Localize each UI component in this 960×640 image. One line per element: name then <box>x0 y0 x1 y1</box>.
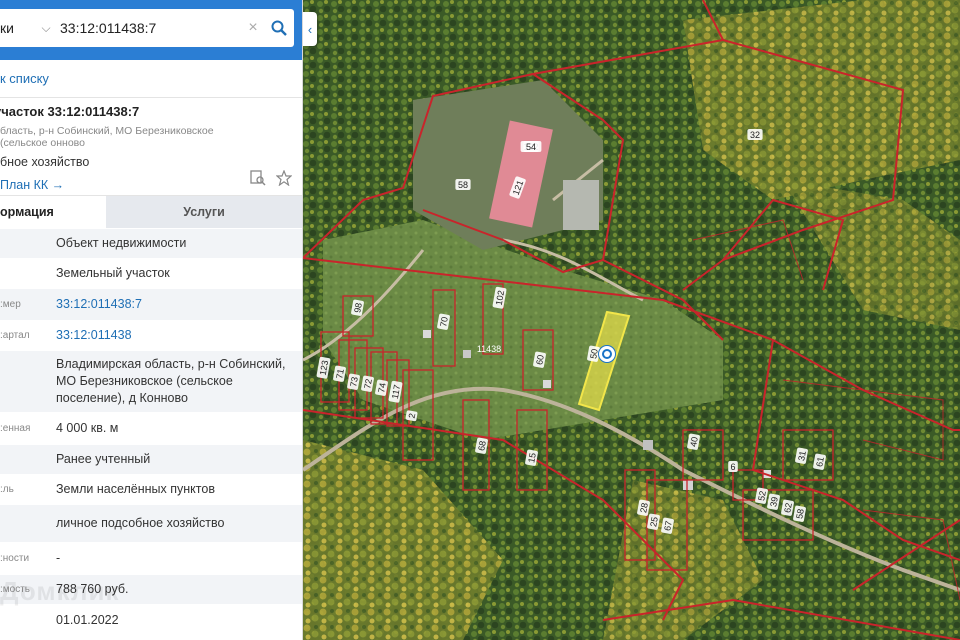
info-row: мер: 33:12:011438:7 <box>0 288 302 320</box>
search-on-map-icon[interactable] <box>250 170 266 191</box>
info-row-label: енная: <box>0 423 31 434</box>
chevron-down-icon[interactable]: ⌵ <box>34 21 58 36</box>
info-row: 01.01.2022 <box>0 604 302 636</box>
svg-text:25: 25 <box>648 516 660 528</box>
info-row-value: Ранее учтенный <box>56 452 151 466</box>
svg-text:54: 54 <box>526 142 536 152</box>
info-row-value: личное подсобное хозяйство <box>56 516 225 530</box>
tab-information-label: ормация <box>0 205 54 219</box>
svg-text:11438: 11438 <box>477 344 501 354</box>
map-parcel-label: 6 <box>728 461 738 472</box>
info-row: Ранее учтенный <box>0 444 302 474</box>
search-input[interactable]: 33:12:011438:7 <box>58 20 242 36</box>
satellite-map[interactable]: 1221215832102987011438506012371737274117… <box>303 0 960 640</box>
info-panel: ки ⌵ 33:12:011438:7 × к списку участок 3… <box>0 0 303 640</box>
svg-text:98: 98 <box>352 302 364 314</box>
info-row-value: Владимирская область, р-н Собинский, МО … <box>56 357 286 405</box>
svg-text:28: 28 <box>638 502 650 514</box>
map-imagery: 1221215832102987011438506012371737274117… <box>303 0 960 640</box>
search-category[interactable]: ки <box>0 20 34 36</box>
svg-text:15: 15 <box>526 452 538 464</box>
info-row: Объект недвижимости <box>0 228 302 258</box>
favorite-star-icon[interactable] <box>275 169 293 191</box>
info-row-label: ности: <box>0 553 30 564</box>
info-row-label: ль: <box>0 484 14 495</box>
svg-text:40: 40 <box>688 436 700 448</box>
tab-services-label: Услуги <box>183 205 225 219</box>
info-row-label: артал: <box>0 330 30 341</box>
parcel-header: участок 33:12:011438:7 бласть, р-н Собин… <box>0 98 302 196</box>
tab-information[interactable]: ормация <box>0 196 106 228</box>
svg-text:60: 60 <box>534 354 546 366</box>
svg-text:62: 62 <box>782 502 794 514</box>
back-to-list-label[interactable]: к списку <box>0 71 49 86</box>
info-row-label: мер: <box>0 299 21 310</box>
svg-text:72: 72 <box>362 378 374 390</box>
cadastral-number-link[interactable]: 33:12:011438:7 <box>56 296 302 313</box>
map-parcel-label: 58 <box>455 179 471 190</box>
svg-text:32: 32 <box>750 130 760 140</box>
info-row-value: Земли населённых пунктов <box>56 482 215 496</box>
info-row-value: 01.01.2022 <box>56 613 119 627</box>
svg-text:67: 67 <box>662 520 674 532</box>
clear-icon[interactable]: × <box>242 19 264 37</box>
location-marker[interactable] <box>599 346 615 362</box>
info-row: енная: 4 000 кв. м <box>0 412 302 444</box>
tabs: ормация Услуги <box>0 196 302 228</box>
info-row-value: Земельный участок <box>56 266 170 280</box>
parcel-use: бное хозяйство <box>0 155 90 169</box>
info-row: ль: Земли населённых пунктов <box>0 474 302 504</box>
info-row-value: - <box>56 551 61 565</box>
info-row: Земельный участок <box>0 258 302 288</box>
svg-text:58: 58 <box>794 508 806 520</box>
tab-services[interactable]: Услуги <box>106 196 302 228</box>
svg-text:6: 6 <box>730 462 735 472</box>
map-parcel-label: 32 <box>747 129 763 140</box>
map-parcel-label: 54 <box>523 141 539 152</box>
svg-text:70: 70 <box>438 316 450 328</box>
parcel-address: бласть, р-н Собинский, МО Березниковское… <box>0 125 214 149</box>
map-parcel-label: 2 <box>405 410 418 422</box>
svg-text:58: 58 <box>458 180 468 190</box>
svg-text:68: 68 <box>476 440 488 452</box>
search-box[interactable]: ки ⌵ 33:12:011438:7 × <box>0 9 294 47</box>
search-bar-area: ки ⌵ 33:12:011438:7 × <box>0 0 302 60</box>
svg-text:39: 39 <box>768 496 780 508</box>
info-table: Объект недвижимости Земельный участок ме… <box>0 228 302 636</box>
svg-text:31: 31 <box>796 450 808 462</box>
info-row: Владимирская область, р-н Собинский, МО … <box>0 350 302 412</box>
search-icon[interactable] <box>264 20 294 36</box>
parcel-title: участок 33:12:011438:7 <box>0 104 140 119</box>
svg-text:74: 74 <box>376 382 388 394</box>
chevron-left-icon: ‹ <box>307 21 313 37</box>
svg-text:52: 52 <box>756 490 768 502</box>
info-row-value: Объект недвижимости <box>56 236 187 250</box>
info-row: личное подсобное хозяйство <box>0 504 302 542</box>
svg-text:61: 61 <box>814 456 826 468</box>
collapse-panel-button[interactable]: ‹ <box>303 12 317 46</box>
info-row: ности: - <box>0 542 302 574</box>
map-parcel-label: 11438 <box>477 344 501 354</box>
svg-text:71: 71 <box>334 368 346 380</box>
info-row: артал: 33:12:011438 <box>0 320 302 350</box>
watermark: Домклик <box>0 576 120 606</box>
back-to-list-link[interactable]: к списку <box>0 60 302 98</box>
svg-text:73: 73 <box>348 376 360 388</box>
cadastral-quarter-link[interactable]: 33:12:011438 <box>56 327 302 344</box>
info-row-value: 4 000 кв. м <box>56 421 119 435</box>
